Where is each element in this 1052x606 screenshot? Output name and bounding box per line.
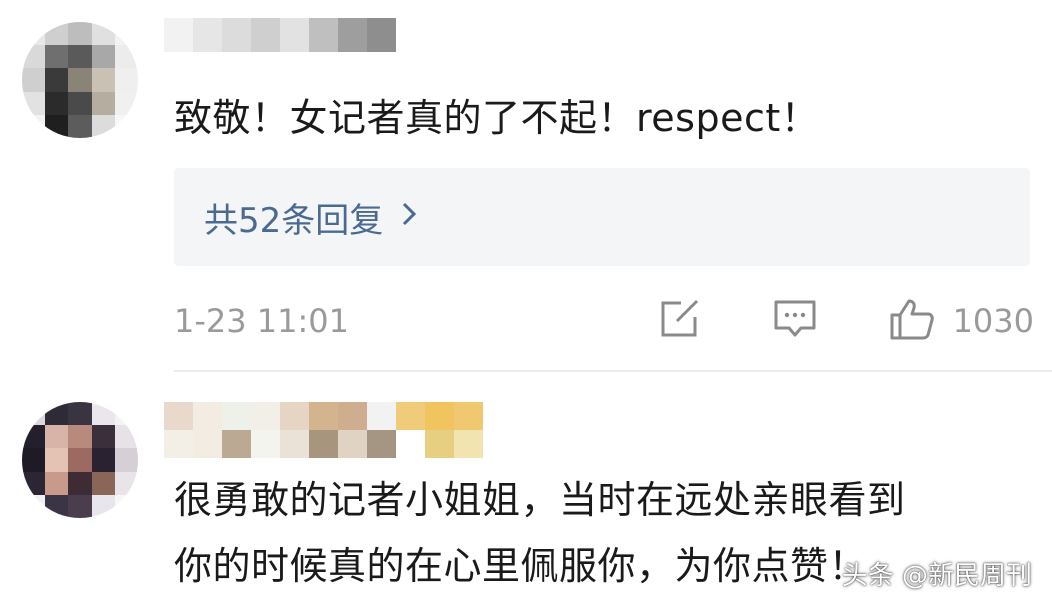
view-replies-link[interactable]: 共52条回复 <box>204 193 417 242</box>
comment-button[interactable] <box>773 299 817 343</box>
avatar[interactable] <box>22 402 138 518</box>
username[interactable] <box>164 402 544 458</box>
chevron-right-icon <box>401 200 417 235</box>
comment-meta: 1-23 11:01 1030 <box>174 298 1034 344</box>
like-count: 1030 <box>952 302 1034 340</box>
thumbs-up-icon <box>889 297 935 345</box>
reply-count-label: 共52条回复 <box>204 200 384 241</box>
forward-button[interactable] <box>659 299 701 343</box>
share-square-icon <box>659 299 701 343</box>
username[interactable] <box>164 18 396 52</box>
comment-text: 致敬！女记者真的了不起！respect！ <box>174 96 820 140</box>
comment-text-line-2: 你的时候真的在心里佩服你，为你点赞！ <box>174 544 868 588</box>
comment-item-1: 致敬！女记者真的了不起！respect！ 共52条回复 1-23 11:01 1… <box>0 0 1052 372</box>
watermark: 头条 @新民周刊 <box>841 561 1032 591</box>
timestamp: 1-23 11:01 <box>174 302 350 340</box>
comment-bubble-icon <box>773 299 817 343</box>
avatar[interactable] <box>22 22 138 138</box>
comment-text-line-1: 很勇敢的记者小姐姐，当时在远处亲眼看到 <box>174 478 906 522</box>
like-button[interactable]: 1030 <box>889 297 1034 345</box>
reply-box[interactable]: 共52条回复 <box>174 168 1030 266</box>
action-bar: 1030 <box>659 298 1034 344</box>
